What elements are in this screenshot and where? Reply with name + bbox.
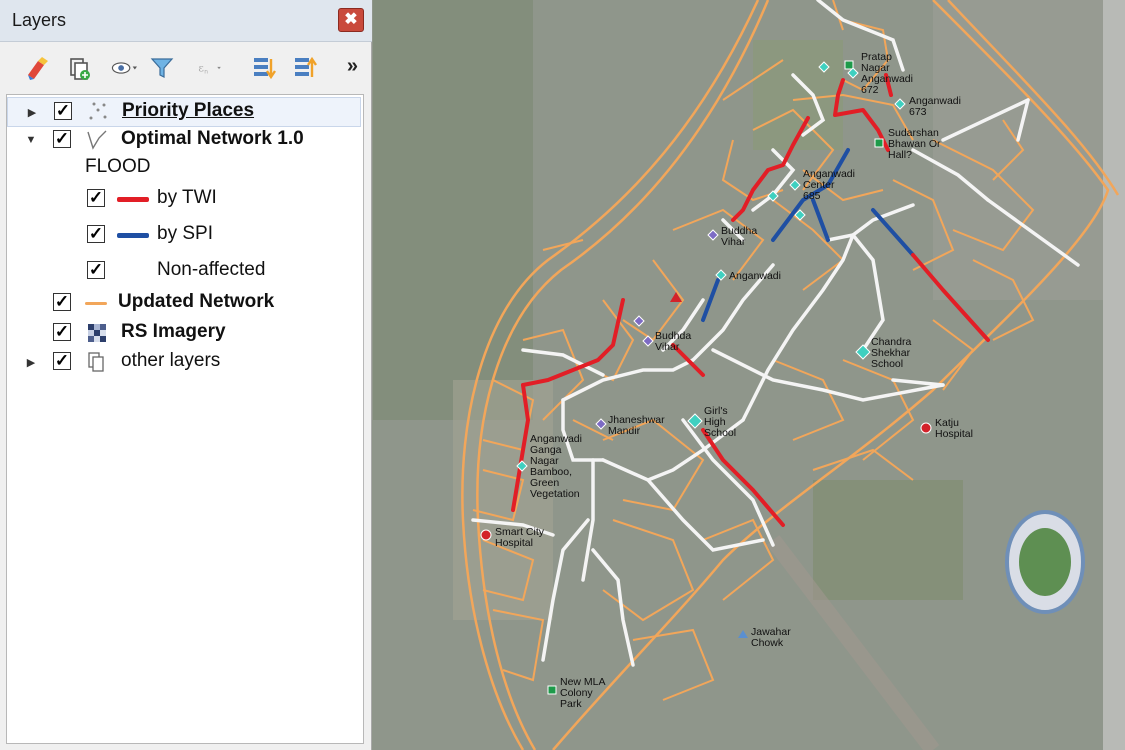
legend-label: by SPI [157,223,213,244]
layer-row-optimal-network[interactable]: ▼ ✓ Optimal Network 1.0 [7,126,361,156]
style-manager-icon[interactable] [22,53,52,83]
legend-group-flood: FLOOD [7,154,361,184]
group-layer-icon [85,350,109,374]
poi-green-square-icon [844,60,854,70]
svg-text:ε: ε [198,62,204,75]
layer-label: Priority Places [122,100,255,121]
map-label: Jhaneshwar Mandir [608,414,665,437]
map-label: Smart City Hospital [495,526,545,549]
twi-swatch-icon [117,197,149,202]
map-canvas[interactable]: Pratap Nagar Anganwadi 672 Anganwadi 673… [373,0,1125,750]
layer-row-other-layers[interactable]: ▶ ✓ other layers [7,348,361,378]
raster-layer-icon [85,321,109,345]
map-label: Chandra Shekhar School [871,336,912,370]
map-label: Anganwadi [729,270,781,282]
legend-group-label: FLOOD [85,156,151,177]
map-label: Katju Hospital [935,417,973,440]
expand-all-icon[interactable] [249,53,279,83]
legend-checkbox[interactable]: ✓ [87,225,105,243]
add-group-icon[interactable] [64,53,94,83]
map-label: Budhda Vihar [655,330,692,353]
poi-green-square-icon [874,138,884,148]
panel-titlebar: Layers ✖ [0,0,372,42]
expand-arrow-icon[interactable]: ▶ [26,106,38,120]
layer-label: Optimal Network 1.0 [121,128,304,149]
close-button[interactable]: ✖ [338,8,364,32]
point-layer-icon [86,100,110,124]
collapse-all-icon[interactable] [290,53,320,83]
panel-title: Layers [12,10,67,30]
map-label: Jawahar Chowk [751,626,791,649]
layer-label: RS Imagery [121,321,226,342]
filter-icon[interactable] [147,53,177,83]
visibility-eye-icon[interactable] [104,53,144,83]
poi-red-circle-icon [920,422,932,434]
map-label: Anganwadi Ganga Nagar Bamboo, Green Vege… [530,433,582,500]
layer-checkbox[interactable]: ✓ [53,352,71,370]
legend-label: by TWI [157,187,217,208]
map-label: Anganwadi 673 [909,95,961,118]
stadium [1005,510,1085,614]
expand-arrow-icon[interactable]: ▶ [25,356,37,370]
legend-label: Non-affected [157,259,266,280]
legend-item-spi[interactable]: ✓ by SPI [7,221,361,251]
map-label: New MLA Colony Park [560,676,606,710]
layer-label: other layers [121,350,221,371]
poi-red-circle-icon [480,529,492,541]
poi-green-square-icon [547,685,557,695]
layer-checkbox[interactable]: ✓ [53,130,71,148]
spi-swatch-icon [117,233,149,238]
layer-row-updated-network[interactable]: ✓ Updated Network [7,289,361,319]
layer-row-priority-places[interactable]: ▶ ✓ Priority Places [7,97,361,127]
layer-checkbox[interactable]: ✓ [54,102,72,120]
map-svg [373,0,1125,750]
map-label: Pratap Nagar Anganwadi 672 [861,51,913,96]
layer-checkbox[interactable]: ✓ [53,293,71,311]
map-label: Buddha Vihar [721,225,758,248]
legend-item-non-affected[interactable]: ✓ Non-affected [7,257,361,287]
legend-checkbox[interactable]: ✓ [87,189,105,207]
network-swatch-icon [85,302,107,305]
collapse-arrow-icon[interactable]: ▼ [25,134,37,148]
layer-checkbox[interactable]: ✓ [53,323,71,341]
layers-toolbar: εn » [0,43,372,93]
layers-panel: Layers ✖ εn » ▶ ✓ Priority Places ▼ ✓ Op… [0,0,372,750]
expression-filter-icon[interactable]: εn [186,53,232,83]
more-tools-icon[interactable]: » [347,55,358,78]
layer-tree: ▶ ✓ Priority Places ▼ ✓ Optimal Network … [6,94,364,744]
map-label: Sudarshan Bhawan Or Hall? [888,127,941,161]
legend-item-twi[interactable]: ✓ by TWI [7,185,361,215]
layer-label: Updated Network [118,291,275,312]
map-label: Anganwadi Center 685 [803,168,855,202]
line-layer-icon [85,128,109,152]
layer-row-rs-imagery[interactable]: ✓ RS Imagery [7,319,361,349]
map-label: Girl's High School [704,405,737,439]
legend-checkbox[interactable]: ✓ [87,261,105,279]
svg-text:n: n [204,69,208,75]
